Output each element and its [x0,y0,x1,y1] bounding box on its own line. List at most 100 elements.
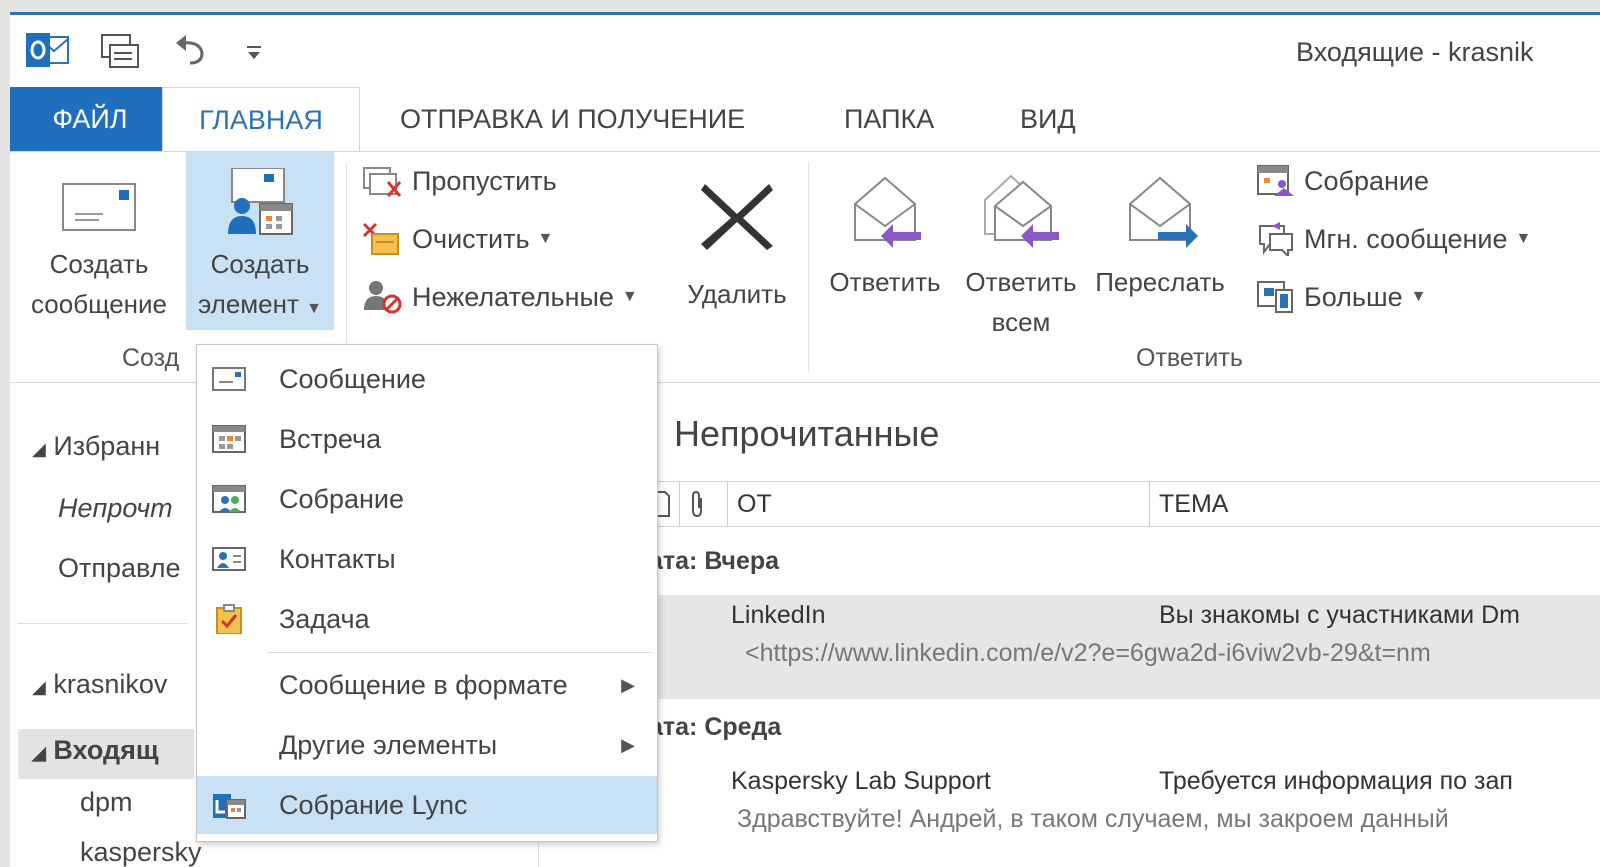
forward-button[interactable]: Переслать [1090,160,1230,340]
clean-up-label: Очистить [412,223,530,254]
list-title: Непрочитанные [674,413,940,454]
reply-icon [845,174,925,250]
tab-file[interactable]: ФАЙЛ [10,87,170,151]
chevron-down-icon: ▼ [621,288,638,305]
submenu-arrow-icon: ▶ [621,734,635,755]
group-header-wednesday[interactable]: ата: Среда [649,713,781,742]
reply-all-button[interactable]: Ответить всем [954,160,1088,340]
menu-item-message-format[interactable]: Сообщение в формате ▶ [197,656,657,714]
forward-icon [1120,174,1200,250]
new-item-icon [220,167,300,238]
menu-item-task[interactable]: Задача [197,590,657,648]
account-header[interactable]: ◢ krasnikov [32,669,167,700]
outlook-window: Входящие - krasnik ФАЙЛ ГЛАВНАЯ ОТПРАВКА… [10,12,1600,867]
menu-item-appointment[interactable]: Встреча [197,410,657,468]
group-label-create: Созд [122,344,180,372]
meeting-icon [212,485,246,513]
more-label: Больше [1304,281,1403,312]
send-receive-icon[interactable] [98,31,142,78]
reply-button[interactable]: Ответить [818,160,952,340]
meeting-button[interactable]: Собрание [1256,164,1429,198]
preview: <https://www.linkedin.com/e/v2?e=6gwa2d-… [745,639,1431,667]
junk-icon [364,281,402,314]
sender: Kaspersky Lab Support [731,767,991,795]
col-divider [1149,482,1150,526]
instant-message-icon [1259,222,1293,256]
task-clipboard-icon [216,604,242,634]
list-item[interactable]: Kaspersky Lab Support Требуется информац… [539,761,1600,865]
attachment-icon [687,490,707,523]
delete-label: Удалить [687,279,787,309]
ignore-label: Пропустить [412,165,557,196]
nav-divider [18,623,188,624]
reply-label: Ответить [829,267,941,297]
ignore-icon [363,167,402,197]
reply-all-label-1: Ответить [965,267,1077,297]
ribbon-separator [808,162,809,372]
clean-up-icon [362,222,399,255]
folder-dpm[interactable]: dpm [80,787,133,818]
folder-unread[interactable]: Непрочт [58,493,173,524]
subject: Вы знакомы с участниками Dm [1159,601,1520,629]
col-divider [679,482,680,526]
new-item-label-2: элемент [197,289,299,319]
meeting-icon [1257,165,1294,196]
chevron-down-icon: ▼ [306,300,322,317]
new-item-menu: Сообщение Встреча Собрание Контакты Зада… [196,344,658,842]
chevron-down-icon: ▼ [537,230,554,247]
menu-item-contact[interactable]: Контакты [197,530,657,588]
preview: Здравствуйте! Андрей, в таком случаем, м… [737,805,1449,833]
tab-send-receive[interactable]: ОТПРАВКА И ПОЛУЧЕНИЕ [390,87,755,151]
ribbon-separator [346,162,347,372]
folder-sent[interactable]: Отправле [58,553,181,584]
menu-item-lync-meeting[interactable]: Собрание Lync [197,776,657,834]
new-message-button[interactable]: Создать сообщение [14,160,184,330]
more-button[interactable]: Больше ▼ [1256,280,1426,314]
delete-button[interactable]: Удалить [672,160,802,320]
meeting-label: Собрание [1304,165,1430,196]
col-header-from[interactable]: ОТ [737,490,772,519]
favorites-header[interactable]: ◢ Избранн [32,431,160,462]
new-message-label-2: сообщение [30,289,167,319]
delete-icon [697,180,777,250]
calendar-icon [212,425,246,453]
menu-item-meeting[interactable]: Собрание [197,470,657,528]
customize-toolbar-icon[interactable] [244,43,264,68]
subject: Требуется информация по зап [1159,767,1513,795]
tab-folder[interactable]: ПАПКА [834,87,944,151]
new-message-icon [59,182,139,234]
outlook-logo-icon [26,31,70,76]
im-label: Мгн. сообщение [1304,223,1508,254]
chevron-down-icon: ▼ [1410,288,1427,305]
new-message-label-1: Создать [49,249,149,279]
junk-button[interactable]: Нежелательные ▼ [362,280,638,314]
group-label-respond: Ответить [1136,344,1243,372]
submenu-arrow-icon: ▶ [621,674,635,695]
folder-kaspersky[interactable]: kaspersky [80,837,202,867]
im-button[interactable]: Мгн. сообщение ▼ [1256,222,1531,256]
message-list: Непрочитанные ОТ ТЕМА ата: Вчера LinkedI… [538,383,1600,867]
col-divider [727,482,728,526]
menu-item-more-items[interactable]: Другие элементы ▶ [197,716,657,774]
clean-up-button[interactable]: Очистить ▼ [362,222,553,256]
col-header-subject[interactable]: ТЕМА [1159,490,1228,519]
forward-label: Переслать [1095,267,1225,297]
chevron-down-icon: ▼ [1515,230,1532,247]
collapse-triangle-icon: ◢ [32,439,46,459]
window-title: Входящие - krasnik [1296,37,1534,67]
contact-card-icon [212,547,246,571]
menu-item-message[interactable]: Сообщение [197,350,657,408]
group-header-yesterday[interactable]: ата: Вчера [649,547,779,576]
new-item-button[interactable]: Создать элемент ▼ [186,152,334,330]
new-item-label-1: Создать [210,249,310,279]
tab-home[interactable]: ГЛАВНАЯ [162,87,360,151]
tab-view[interactable]: ВИД [1010,87,1086,151]
undo-icon[interactable] [172,33,212,74]
list-item[interactable]: LinkedIn Вы знакомы с участниками Dm <ht… [539,595,1600,699]
ignore-button[interactable]: Пропустить [362,164,557,198]
menu-separator [267,652,651,653]
collapse-triangle-icon: ◢ [32,743,46,763]
reply-all-label-2: всем [991,307,1051,337]
folder-inbox[interactable]: ◢ Входящ [32,735,159,766]
reply-all-icon [981,174,1061,250]
